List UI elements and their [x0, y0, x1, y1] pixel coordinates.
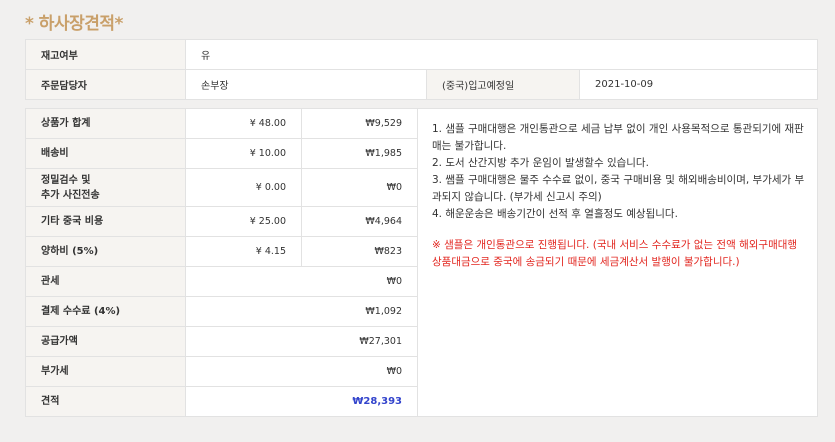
cost-krw: ₩1,985	[301, 138, 418, 169]
cost-cny: ¥ 25.00	[185, 206, 302, 237]
manager-row: 주문담당자 손부장 (중국)입고예정일 2021-10-09	[25, 69, 818, 100]
note-item: 3. 쌤플 구매대행은 물주 수수료 없이, 중국 구매비용 및 해외배송비이며…	[432, 174, 805, 203]
cost-cny: ¥ 0.00	[185, 168, 302, 207]
cost-krw: ₩0	[301, 168, 418, 207]
stock-label: 재고여부	[25, 39, 186, 70]
cost-label: 상품가 합계	[25, 108, 186, 139]
cost-krw: ₩27,301	[185, 326, 418, 357]
cost-krw: ₩4,964	[301, 206, 418, 237]
cost-label: 부가세	[25, 356, 186, 387]
total-krw: ₩28,393	[185, 386, 418, 417]
cost-krw: ₩9,529	[301, 108, 418, 139]
cost-row: 상품가 합계 ¥ 48.00 ₩9,529 1. 샘플 구매대행은 개인통관으로…	[25, 108, 818, 417]
cost-label: 기타 중국 비용	[25, 206, 186, 237]
cost-krw: ₩0	[185, 356, 418, 387]
cost-label: 정밀검수 및 추가 사진전송	[25, 168, 186, 207]
total-label: 견적	[25, 386, 186, 417]
order-info-table: 재고여부 유 주문담당자 손부장 (중국)입고예정일 2021-10-09	[25, 39, 818, 100]
notes-panel: 1. 샘플 구매대행은 개인통관으로 세금 납부 없이 개인 사용목적으로 통관…	[417, 108, 818, 417]
page-title: * 하사장견적*	[25, 14, 123, 34]
cost-krw: ₩0	[185, 266, 418, 297]
arrival-date-value: 2021-10-09	[579, 69, 818, 100]
manager-value: 손부장	[185, 69, 427, 100]
cost-label: 양하비 (5%)	[25, 236, 186, 267]
cost-label: 결제 수수료 (4%)	[25, 296, 186, 327]
stock-value: 유	[185, 39, 818, 70]
warning-note: ※ 샘플은 개인통관으로 진행됩니다. (국내 서비스 수수료가 없는 전액 해…	[432, 239, 798, 268]
arrival-date-label: (중국)입고예정일	[426, 69, 580, 100]
note-item: 1. 샘플 구매대행은 개인통관으로 세금 납부 없이 개인 사용목적으로 통관…	[432, 123, 804, 152]
stock-row: 재고여부 유	[25, 39, 818, 70]
cost-label: 배송비	[25, 138, 186, 169]
note-item: 4. 해운운송은 배송기간이 선적 후 열흘정도 예상됩니다.	[432, 208, 678, 220]
cost-cny: ¥ 4.15	[185, 236, 302, 267]
cost-krw: ₩823	[301, 236, 418, 267]
cost-krw: ₩1,092	[185, 296, 418, 327]
manager-label: 주문담당자	[25, 69, 186, 100]
cost-label: 관세	[25, 266, 186, 297]
cost-cny: ¥ 48.00	[185, 108, 302, 139]
note-item: 2. 도서 산간지방 추가 운임이 발생할수 있습니다.	[432, 157, 649, 169]
cost-label: 공급가액	[25, 326, 186, 357]
cost-breakdown-table: 상품가 합계 ¥ 48.00 ₩9,529 1. 샘플 구매대행은 개인통관으로…	[25, 108, 818, 417]
cost-cny: ¥ 10.00	[185, 138, 302, 169]
